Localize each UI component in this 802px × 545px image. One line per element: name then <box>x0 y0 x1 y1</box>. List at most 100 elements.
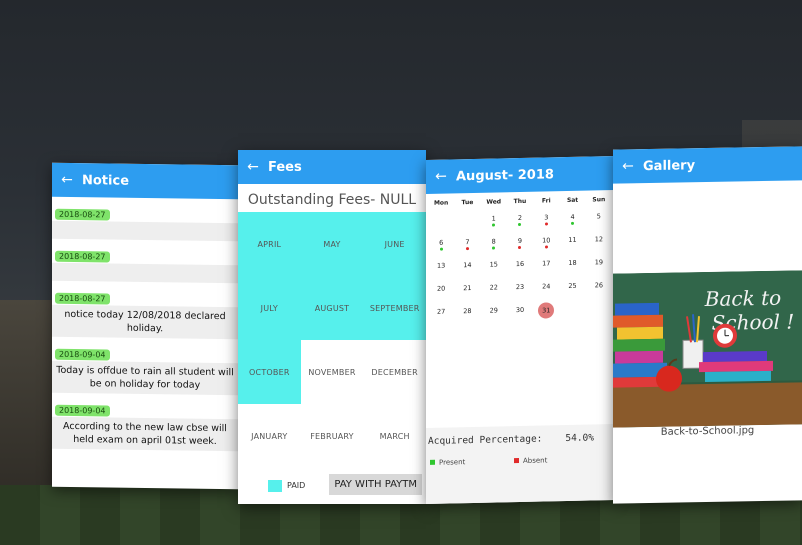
outstanding-fees-heading: Outstanding Fees- NULL <box>247 192 417 208</box>
calendar-day[interactable]: 28 <box>454 307 480 327</box>
gallery-image-caption: Back-to-School.jpg <box>660 425 755 438</box>
month-cell-september[interactable]: SEPTEMBER <box>363 276 426 340</box>
present-dot <box>518 222 522 227</box>
calendar-day[interactable]: 31 <box>533 302 559 325</box>
present-dot <box>492 223 496 227</box>
weekday-header: Thu <box>513 197 527 206</box>
calendar-day-number: 6 <box>439 238 444 247</box>
month-cell-august[interactable]: AUGUST <box>300 276 364 340</box>
calendar-day[interactable]: 14 <box>454 261 480 281</box>
calendar-day-number: 7 <box>465 238 470 247</box>
back-arrow-icon[interactable]: ← <box>613 158 643 175</box>
month-cell-december[interactable]: DECEMBER <box>363 340 426 404</box>
calendar-day[interactable]: 3 <box>533 213 559 233</box>
calendar-day-number: 8 <box>491 237 496 246</box>
weekday-header: Sun <box>592 196 606 204</box>
notice-item[interactable]: 2018-09-04 According to the new law cbse … <box>52 398 238 452</box>
month-cell-april[interactable]: APRIL <box>238 212 301 276</box>
calendar-day[interactable]: 1 <box>481 214 507 234</box>
gallery-image-back-to-school[interactable]: Back to School ! <box>613 270 802 428</box>
present-legend-label: Present <box>439 458 466 467</box>
fees-footer: PAID PAY WITH PAYTM <box>238 468 426 495</box>
back-arrow-icon[interactable]: ← <box>426 168 456 185</box>
notice-title: Notice <box>82 172 130 189</box>
calendar-day[interactable]: 8 <box>481 237 507 257</box>
fees-appbar: ← Fees <box>238 150 426 184</box>
present-swatch <box>430 459 435 465</box>
calendar-day[interactable]: 11 <box>559 236 585 256</box>
calendar-day-number: 21 <box>463 284 472 293</box>
pay-with-paytm-button[interactable]: PAY WITH PAYTM <box>329 474 422 495</box>
calendar-day[interactable]: 6 <box>428 238 454 258</box>
calendar-day-number: 3 <box>544 213 549 222</box>
calendar-day-number: 10 <box>542 236 551 245</box>
absent-dot <box>544 245 548 249</box>
notice-screen: ← Notice 2018-08-27 2018-08-27 2018-08-27 n… <box>52 162 238 490</box>
notice-date-badge: 2018-09-04 <box>55 348 110 361</box>
notice-item[interactable]: 2018-08-27 notice today 12/08/2018 declar… <box>52 286 238 340</box>
month-cell-october[interactable]: OCTOBER <box>238 340 301 404</box>
notice-item[interactable]: 2018-09-04 Today is offdue to rain all st… <box>52 342 238 396</box>
month-cell-february[interactable]: FEBRUARY <box>301 404 364 468</box>
absent-legend: Absent <box>514 456 547 465</box>
calendar-day[interactable]: 15 <box>481 260 507 280</box>
notice-appbar: ← Notice <box>52 162 238 200</box>
calendar-day[interactable]: 10 <box>533 236 559 256</box>
calendar-day[interactable]: 5 <box>586 212 612 232</box>
calendar-day[interactable]: 12 <box>586 235 612 255</box>
back-arrow-icon[interactable]: ← <box>238 159 268 175</box>
calendar-day[interactable]: 2 <box>507 214 533 234</box>
calendar-day[interactable]: 21 <box>454 284 480 304</box>
absent-legend-label: Absent <box>523 456 548 465</box>
calendar-day[interactable]: 26 <box>586 281 612 301</box>
month-cell-november[interactable]: NOVEMBER <box>301 340 364 404</box>
paid-legend-label: PAID <box>287 481 306 490</box>
calendar-day-number: 5 <box>596 212 601 221</box>
month-cell-june[interactable]: JUNE <box>363 212 426 276</box>
calendar-day[interactable]: 30 <box>507 306 533 326</box>
calendar-day[interactable]: 29 <box>481 306 507 326</box>
calendar-day[interactable]: 19 <box>586 258 612 278</box>
notice-item[interactable]: 2018-08-27 <box>52 244 238 284</box>
calendar-day[interactable]: 23 <box>507 283 533 303</box>
calendar-day-number: 4 <box>570 212 575 221</box>
calendar-empty-cell <box>454 215 480 235</box>
calendar-day[interactable]: 27 <box>428 307 454 327</box>
present-dot <box>439 247 443 251</box>
calendar-day-number: 27 <box>437 307 446 316</box>
calendar-day[interactable]: 9 <box>507 237 533 257</box>
calendar-day[interactable]: 17 <box>533 259 559 279</box>
calendar-day-number: 9 <box>517 236 523 246</box>
calendar-day[interactable]: 4 <box>559 213 585 233</box>
calendar-day[interactable]: 25 <box>559 282 585 302</box>
notice-text: Today is offdue to rain all student will… <box>52 360 238 396</box>
calendar-day[interactable]: 18 <box>559 259 585 279</box>
calendar-day-number: 14 <box>463 261 472 270</box>
calendar-day-number: 11 <box>568 235 577 244</box>
notice-text: According to the new law cbse will held … <box>52 416 238 452</box>
calendar-day[interactable]: 16 <box>507 260 533 280</box>
calendar-day[interactable]: 24 <box>533 282 559 302</box>
calendar-day[interactable]: 13 <box>428 261 454 281</box>
notice-list: 2018-08-27 2018-08-27 2018-08-27 notice tod… <box>52 202 238 452</box>
attendance-legend: Present Absent <box>426 443 614 467</box>
calendar-day-number: 15 <box>489 260 498 269</box>
month-cell-july[interactable]: JULY <box>238 276 301 340</box>
calendar-day-number: 25 <box>568 281 577 290</box>
present-legend: Present <box>430 457 514 467</box>
calendar-day[interactable]: 7 <box>454 238 480 258</box>
month-grid: APRIL MAY JUNE JULY AUGUST SEPTEMBER OCTOBER NO… <box>238 212 426 468</box>
month-cell-may[interactable]: MAY <box>300 212 364 276</box>
month-cell-march[interactable]: MARCH <box>363 404 426 468</box>
attendance-summary: Acquired Percentage: 54.0% Present Absen… <box>426 424 614 504</box>
weekday-header: Mon <box>433 199 449 207</box>
calendar-day[interactable]: 22 <box>481 283 507 303</box>
back-arrow-icon[interactable]: ← <box>52 172 82 188</box>
calendar-day[interactable]: 20 <box>428 284 454 304</box>
notice-item[interactable]: 2018-08-27 <box>52 202 238 242</box>
calendar-day-number: 20 <box>437 284 446 293</box>
paid-legend: PAID <box>268 475 305 494</box>
calendar-grid: Mon Tue Wed Thu Fri Sat Sun 1 2 3 4 5 6 7 8 9 10 11 12 13 14… <box>426 190 614 327</box>
weekday-header: Sat <box>566 196 579 205</box>
month-cell-january[interactable]: JANUARY <box>238 404 301 468</box>
